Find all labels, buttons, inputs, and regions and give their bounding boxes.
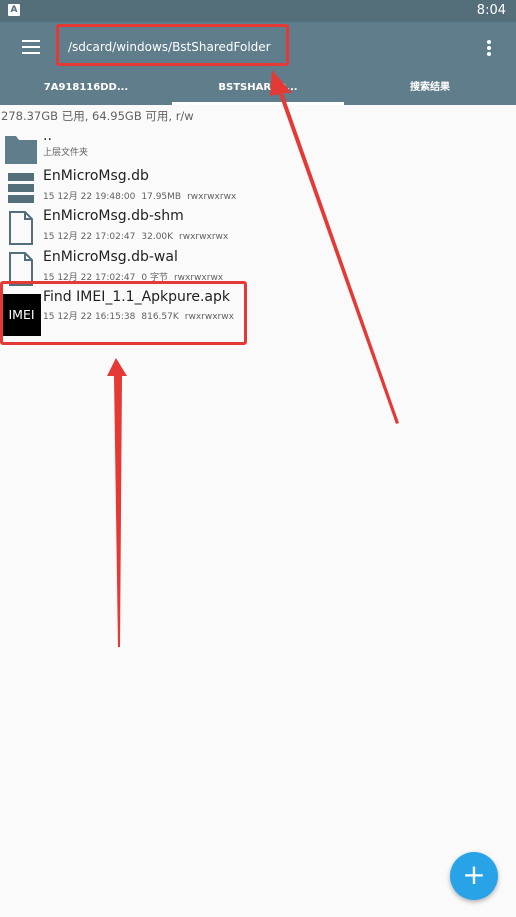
- annotation-arrows: [107, 70, 399, 647]
- arrow-to-path: [270, 70, 399, 424]
- arrow-to-apk: [107, 358, 127, 647]
